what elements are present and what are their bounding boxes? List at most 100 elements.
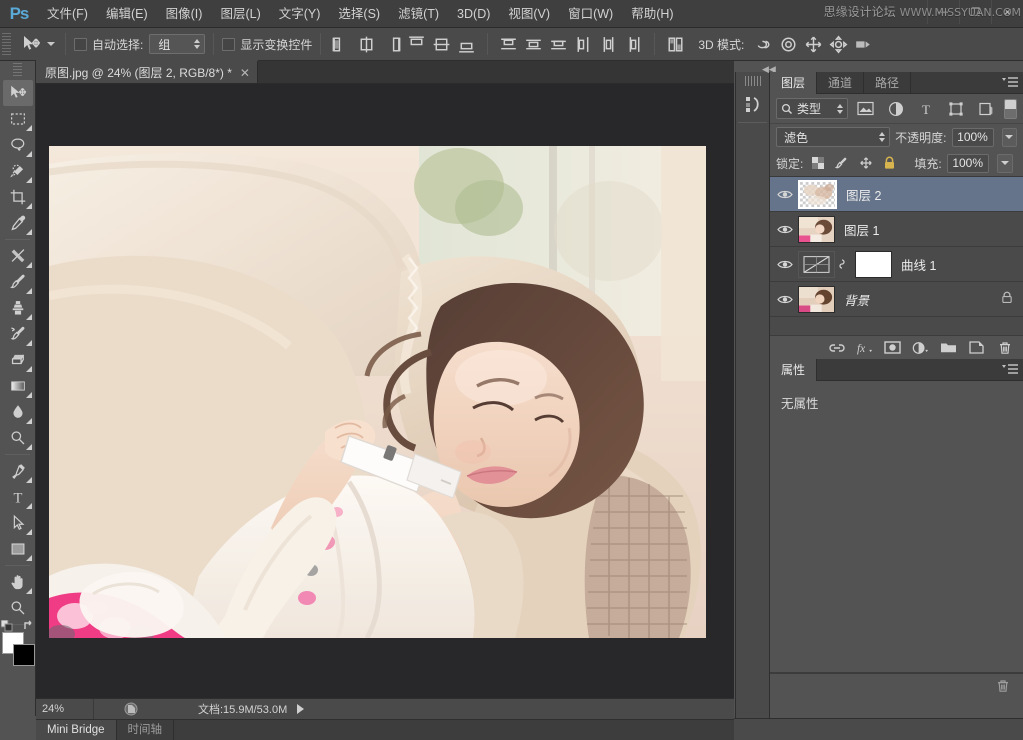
layer-visibility-toggle[interactable] bbox=[772, 189, 798, 200]
menu-help[interactable]: 帮助(H) bbox=[622, 0, 682, 28]
clone-stamp-tool[interactable] bbox=[3, 295, 33, 321]
default-colors-icon[interactable] bbox=[0, 620, 13, 632]
panel-menu-icon[interactable] bbox=[1002, 76, 1018, 90]
menu-view[interactable]: 视图(V) bbox=[499, 0, 559, 28]
active-tool-preset-picker[interactable] bbox=[14, 32, 57, 56]
align-bottom-edges-icon[interactable] bbox=[455, 33, 478, 56]
menu-select[interactable]: 选择(S) bbox=[329, 0, 389, 28]
options-bar-grip[interactable] bbox=[2, 33, 11, 55]
document-image[interactable] bbox=[49, 146, 706, 638]
opacity-field[interactable]: 100% bbox=[951, 127, 994, 147]
preview-proxy-icon[interactable] bbox=[124, 702, 138, 716]
adjustment-layer-thumbnail[interactable] bbox=[798, 250, 835, 278]
link-layers-button[interactable] bbox=[828, 339, 845, 356]
status-menu-arrow-icon[interactable] bbox=[297, 704, 305, 714]
tab-layers[interactable]: 图层 bbox=[770, 72, 818, 94]
properties-delete-button[interactable] bbox=[994, 677, 1011, 694]
distribute-vertical-centers-icon[interactable] bbox=[522, 33, 545, 56]
lock-all-button[interactable] bbox=[880, 154, 899, 173]
zoom-tool[interactable] bbox=[3, 595, 33, 621]
scale-3d-object-icon[interactable] bbox=[852, 33, 875, 56]
history-brush-tool[interactable] bbox=[3, 321, 33, 347]
layer-visibility-toggle[interactable] bbox=[772, 259, 798, 270]
fill-field[interactable]: 100% bbox=[946, 153, 989, 173]
canvas-area[interactable] bbox=[36, 84, 734, 698]
align-left-edges-icon[interactable] bbox=[330, 33, 353, 56]
layer-row-beijing[interactable]: 背景 bbox=[770, 282, 1023, 317]
horizontal-type-tool[interactable]: T bbox=[3, 484, 33, 510]
distribute-horizontal-centers-icon[interactable] bbox=[597, 33, 620, 56]
brush-tool[interactable] bbox=[3, 269, 33, 295]
tab-properties[interactable]: 属性 bbox=[770, 359, 818, 381]
align-vertical-centers-icon[interactable] bbox=[430, 33, 453, 56]
distribute-left-edges-icon[interactable] bbox=[572, 33, 595, 56]
tab-mini-bridge[interactable]: Mini Bridge bbox=[36, 720, 117, 740]
menu-layer[interactable]: 图层(L) bbox=[211, 0, 269, 28]
new-layer-button[interactable] bbox=[968, 339, 985, 356]
swap-colors-icon[interactable] bbox=[23, 620, 35, 632]
delete-layer-button[interactable] bbox=[996, 339, 1013, 356]
roll-3d-object-icon[interactable] bbox=[777, 33, 800, 56]
background-color-swatch[interactable] bbox=[12, 644, 35, 666]
layer-mask-thumbnail[interactable] bbox=[855, 250, 892, 278]
slide-3d-object-icon[interactable] bbox=[827, 33, 850, 56]
distribute-top-edges-icon[interactable] bbox=[497, 33, 520, 56]
menu-type[interactable]: 文字(Y) bbox=[270, 0, 330, 28]
crop-tool[interactable] bbox=[3, 184, 33, 210]
eraser-tool[interactable] bbox=[3, 347, 33, 373]
rectangle-tool[interactable] bbox=[3, 536, 33, 562]
hand-tool[interactable] bbox=[3, 569, 33, 595]
auto-select-checkbox[interactable] bbox=[74, 37, 87, 51]
layer-style-button[interactable]: fx bbox=[856, 339, 873, 356]
opacity-chevron-icon[interactable] bbox=[1001, 127, 1017, 147]
zoom-level-field[interactable]: 24% bbox=[36, 698, 94, 720]
auto-select-dropdown[interactable]: 组 bbox=[149, 34, 206, 54]
dodge-tool[interactable] bbox=[3, 425, 33, 451]
menu-filter[interactable]: 滤镜(T) bbox=[389, 0, 448, 28]
move-tool[interactable] bbox=[2, 80, 33, 106]
filter-kind-dropdown[interactable]: 类型 bbox=[776, 98, 848, 119]
spot-healing-brush-tool[interactable] bbox=[3, 243, 33, 269]
menu-3d[interactable]: 3D(D) bbox=[448, 0, 499, 28]
lock-image-pixels-button[interactable] bbox=[832, 154, 851, 173]
layer-thumbnail[interactable] bbox=[798, 179, 837, 209]
filter-adjustment-layers-button[interactable] bbox=[884, 98, 908, 120]
document-tab[interactable]: 原图.jpg @ 24% (图层 2, RGB/8*) * ✕ bbox=[36, 60, 258, 83]
add-layer-mask-button[interactable] bbox=[884, 339, 901, 356]
filter-pixel-layers-button[interactable] bbox=[854, 98, 878, 120]
blur-tool[interactable] bbox=[3, 399, 33, 425]
show-transform-controls-checkbox[interactable] bbox=[222, 37, 236, 51]
menu-image[interactable]: 图像(I) bbox=[157, 0, 212, 28]
tab-channels[interactable]: 通道 bbox=[817, 72, 865, 94]
minimize-button[interactable]: — bbox=[927, 0, 959, 24]
drag-3d-object-icon[interactable] bbox=[802, 33, 825, 56]
history-panel-button[interactable] bbox=[738, 90, 768, 118]
blend-mode-dropdown[interactable]: 滤色 bbox=[776, 127, 891, 147]
rotate-3d-object-icon[interactable] bbox=[752, 33, 775, 56]
lock-transparent-pixels-button[interactable] bbox=[808, 154, 827, 173]
menu-file[interactable]: 文件(F) bbox=[38, 0, 97, 28]
maximize-button[interactable]: ❐ bbox=[959, 0, 991, 24]
quick-selection-tool[interactable] bbox=[3, 158, 33, 184]
path-selection-tool[interactable] bbox=[3, 510, 33, 536]
auto-align-layers-icon[interactable] bbox=[664, 33, 687, 56]
align-right-edges-icon[interactable] bbox=[380, 33, 403, 56]
panel-menu-icon[interactable] bbox=[1002, 363, 1018, 377]
layer-thumbnail[interactable] bbox=[798, 215, 835, 243]
distribute-right-edges-icon[interactable] bbox=[622, 33, 645, 56]
eyedropper-tool[interactable] bbox=[3, 210, 33, 236]
collapsed-dock-grip[interactable] bbox=[744, 76, 761, 86]
tab-paths[interactable]: 路径 bbox=[864, 72, 912, 94]
close-button[interactable]: ✕ bbox=[991, 0, 1023, 24]
distribute-bottom-edges-icon[interactable] bbox=[547, 33, 570, 56]
pen-tool[interactable] bbox=[3, 458, 33, 484]
gradient-tool[interactable] bbox=[3, 373, 33, 399]
layer-thumbnail[interactable] bbox=[798, 285, 835, 313]
filter-smart-object-button[interactable] bbox=[974, 98, 998, 120]
layer-visibility-toggle[interactable] bbox=[772, 224, 798, 235]
tools-panel-grip[interactable] bbox=[13, 63, 22, 77]
align-top-edges-icon[interactable] bbox=[405, 33, 428, 56]
lasso-tool[interactable] bbox=[3, 132, 33, 158]
new-adjustment-layer-button[interactable] bbox=[912, 339, 929, 356]
close-icon[interactable]: ✕ bbox=[240, 67, 250, 79]
